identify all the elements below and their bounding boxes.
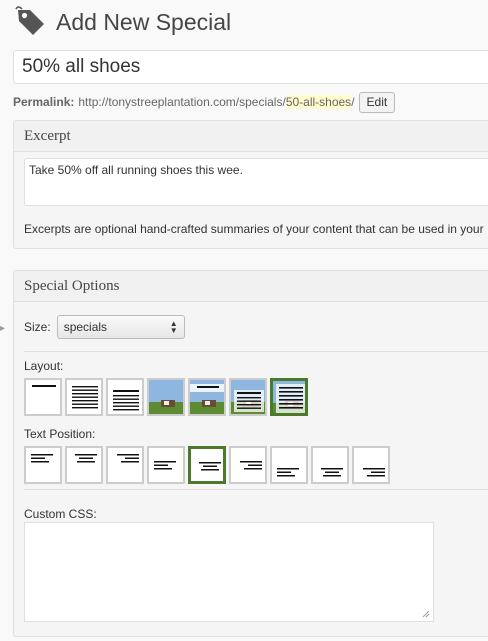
excerpt-help-text: Excerpts are optional hand-crafted summa… [24, 222, 484, 236]
layout-option-image-text-full[interactable] [270, 378, 308, 416]
permalink-row: Permalink: http://tonystreeplantation.co… [13, 91, 396, 113]
excerpt-box: Excerpt Take 50% off all running shoes t… [13, 120, 488, 249]
custom-css-label: Custom CSS: [24, 507, 97, 521]
align-bottom-left-icon [277, 468, 299, 477]
align-top-left-icon [31, 454, 53, 463]
excerpt-title[interactable]: Excerpt [14, 121, 488, 152]
size-select[interactable]: specials ▲ ▼ [56, 315, 185, 339]
align-top-right-icon [117, 454, 139, 463]
page-title: Add New Special [56, 8, 232, 35]
permalink-suffix: / [351, 95, 355, 109]
special-options-title[interactable]: Special Options [14, 271, 488, 302]
text-position-option-bottom-right[interactable] [352, 446, 390, 484]
layout-image-title-top-icon [190, 380, 224, 414]
layout-option-text-full[interactable] [65, 378, 103, 416]
align-bottom-center-icon [321, 468, 343, 477]
layout-image-text-overlay-icon [231, 380, 265, 414]
align-middle-right-icon [240, 461, 262, 470]
title-input[interactable] [13, 50, 488, 84]
permalink-base-url: http://tonystreeplantation.com/specials/ [78, 95, 286, 109]
permalink-slug[interactable]: 50-all-shoes [285, 95, 352, 109]
layout-label: Layout: [24, 359, 64, 373]
layout-option-image-only[interactable] [147, 378, 185, 416]
permalink-label: Permalink: [13, 95, 75, 109]
page-header: Add New Special [14, 4, 231, 40]
align-top-center-icon [75, 454, 97, 463]
tag-icon [15, 6, 44, 35]
edit-permalink-button[interactable]: Edit [358, 91, 396, 113]
text-position-option-top-left[interactable] [24, 446, 62, 484]
align-bottom-right-icon [363, 468, 385, 477]
special-options-box: Special Options Size: specials ▲ ▼ Layout… [13, 270, 488, 637]
custom-css-textarea[interactable] [24, 522, 434, 622]
layout-title-top-icon [32, 385, 56, 387]
select-arrows-icon: ▲ ▼ [169, 319, 178, 335]
excerpt-textarea[interactable]: Take 50% off all running shoes this wee. [24, 158, 488, 206]
layout-option-image-title-top[interactable] [188, 378, 226, 416]
layout-option-title-top[interactable] [24, 378, 62, 416]
text-position-option-middle-left[interactable] [147, 446, 185, 484]
size-select-value: specials [63, 320, 108, 334]
chevron-right-icon: ▸ [0, 323, 6, 334]
layout-text-lines-bottom-icon [113, 390, 139, 411]
text-position-label: Text Position: [24, 427, 96, 441]
text-position-option-bottom-center[interactable] [311, 446, 349, 484]
text-position-option-top-center[interactable] [65, 446, 103, 484]
layout-option-text-lines-bottom[interactable] [106, 378, 144, 416]
layout-text-full-icon [72, 386, 98, 409]
align-middle-left-icon [154, 461, 176, 470]
align-middle-center-icon [199, 462, 221, 471]
text-position-option-bottom-left[interactable] [270, 446, 308, 484]
layout-image-text-full-icon [273, 381, 305, 413]
layout-image-only-icon [149, 380, 183, 414]
text-position-option-middle-right[interactable] [229, 446, 267, 484]
size-label: Size: [24, 320, 51, 334]
text-position-option-middle-center[interactable] [188, 446, 226, 484]
resize-grip-icon[interactable] [422, 610, 430, 618]
divider [24, 489, 488, 490]
divider [24, 351, 488, 352]
size-row: Size: specials ▲ ▼ [24, 315, 185, 339]
layout-option-image-text-overlay[interactable] [229, 378, 267, 416]
text-position-option-top-right[interactable] [106, 446, 144, 484]
